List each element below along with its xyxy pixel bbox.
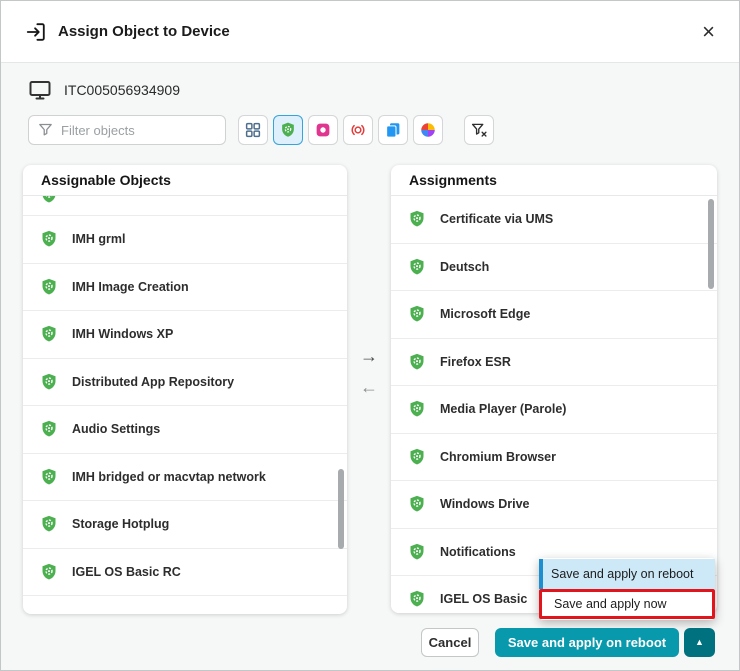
profile-shield-icon (39, 324, 59, 344)
object-label: Distributed App Repository (72, 375, 234, 389)
filter-priority-profiles-button[interactable] (343, 115, 373, 145)
apps-icon (314, 121, 332, 139)
clear-filter-icon (470, 121, 488, 139)
object-label: Windows Drive (440, 497, 529, 511)
list-item-partial[interactable] (23, 196, 347, 216)
close-icon[interactable]: × (702, 21, 715, 43)
object-label: IGEL OS Basic (440, 592, 527, 606)
filter-row (28, 115, 494, 145)
profile-shield-icon (407, 257, 427, 277)
filter-objects-input[interactable] (28, 115, 226, 145)
assignments-panel: Assignments Certificate via UMS Deutsch … (391, 165, 717, 613)
object-label: IMH Image Creation (72, 280, 189, 294)
profile-shield-icon (407, 352, 427, 372)
grid-icon (244, 121, 262, 139)
object-label: Media Player (Parole) (440, 402, 566, 416)
profile-shield-icon (407, 447, 427, 467)
object-label: Firefox ESR (440, 355, 511, 369)
object-label: Audio Settings (72, 422, 160, 436)
list-item[interactable]: Chromium Browser (391, 434, 717, 482)
list-item[interactable]: IMH bridged or macvtap network (23, 454, 347, 502)
list-item[interactable]: Storage Hotplug (23, 501, 347, 549)
filter-files-button[interactable] (378, 115, 408, 145)
profile-shield-icon (39, 514, 59, 534)
assign-object-icon (25, 21, 47, 43)
list-item[interactable]: Media Player (Parole) (391, 386, 717, 434)
filter-firmware-customizations-button[interactable] (413, 115, 443, 145)
object-label: IGEL OS Basic RC (72, 565, 181, 579)
object-label: Storage Hotplug (72, 517, 169, 531)
profile-shield-icon (39, 229, 59, 249)
object-label: IMH grml (72, 232, 125, 246)
transfer-arrows: → ← (355, 347, 383, 396)
assign-object-dialog: Assign Object to Device × ITC00505693490… (0, 0, 740, 671)
dialog-header: Assign Object to Device × (1, 1, 739, 63)
object-label: Deutsch (440, 260, 489, 274)
profile-shield-icon (39, 277, 59, 297)
filter-input-wrapper (28, 115, 226, 145)
menu-item-save-apply-on-reboot[interactable]: Save and apply on reboot (539, 559, 715, 589)
profile-shield-icon (39, 419, 59, 439)
filter-all-objects-button[interactable] (238, 115, 268, 145)
files-icon (384, 121, 402, 139)
cancel-button[interactable]: Cancel (421, 628, 479, 657)
move-right-arrow-icon[interactable]: → (360, 347, 378, 365)
assignments-title: Assignments (391, 165, 717, 196)
move-left-arrow-icon[interactable]: ← (360, 378, 378, 396)
clear-filter-button[interactable] (464, 115, 494, 145)
color-wheel-icon (419, 121, 437, 139)
list-item[interactable]: Distributed App Repository (23, 359, 347, 407)
list-item[interactable]: IGEL OS Basic RC (23, 549, 347, 597)
profile-shield-icon (407, 542, 427, 562)
profile-shield-icon (39, 372, 59, 392)
object-label: Chromium Browser (440, 450, 556, 464)
list-item[interactable]: Certificate via UMS (391, 196, 717, 244)
filter-apps-button[interactable] (308, 115, 338, 145)
list-item[interactable]: IMH Image Creation (23, 264, 347, 312)
profile-shield-icon (39, 562, 59, 582)
object-label: IMH bridged or macvtap network (72, 470, 266, 484)
list-item[interactable]: Microsoft Edge (391, 291, 717, 339)
assignable-objects-list: IMH grml IMH Image Creation IMH Windows … (23, 196, 347, 596)
list-item[interactable]: IMH grml (23, 216, 347, 264)
profile-shield-icon (279, 121, 297, 139)
profile-shield-icon (407, 399, 427, 419)
list-item[interactable]: Deutsch (391, 244, 717, 292)
save-options-menu: Save and apply on reboot Save and apply … (539, 558, 715, 620)
profile-shield-icon (407, 209, 427, 229)
profile-shield-icon (407, 589, 427, 609)
list-item[interactable]: Audio Settings (23, 406, 347, 454)
list-item[interactable]: Firefox ESR (391, 339, 717, 387)
caret-up-icon: ▲ (695, 638, 704, 647)
list-item[interactable]: IMH Windows XP (23, 311, 347, 359)
object-label: Microsoft Edge (440, 307, 530, 321)
save-and-apply-on-reboot-button[interactable]: Save and apply on reboot (495, 628, 679, 657)
scrollbar-thumb[interactable] (338, 469, 344, 549)
profile-shield-icon (39, 196, 59, 205)
assignments-list: Certificate via UMS Deutsch Microsoft Ed… (391, 196, 717, 613)
filter-profiles-button[interactable] (273, 115, 303, 145)
object-type-filter-group (238, 115, 443, 145)
scrollbar-thumb[interactable] (708, 199, 714, 289)
object-label: IMH Windows XP (72, 327, 173, 341)
profile-shield-icon (39, 467, 59, 487)
object-label: Notifications (440, 545, 516, 559)
assignable-objects-title: Assignable Objects (23, 165, 347, 196)
monitor-icon (28, 78, 52, 102)
profile-shield-icon (407, 494, 427, 514)
dialog-title: Assign Object to Device (58, 23, 230, 40)
save-options-toggle-button[interactable]: ▲ (684, 628, 715, 657)
device-id: ITC005056934909 (64, 82, 180, 98)
funnel-icon (37, 121, 54, 138)
object-label: Certificate via UMS (440, 212, 553, 226)
assignable-objects-panel: Assignable Objects IMH grml IMH Image Cr… (23, 165, 347, 614)
profile-shield-icon (407, 304, 427, 324)
priority-profile-icon (349, 121, 367, 139)
list-item[interactable]: Windows Drive (391, 481, 717, 529)
device-row: ITC005056934909 (28, 78, 180, 102)
menu-item-save-apply-now[interactable]: Save and apply now (539, 589, 715, 619)
